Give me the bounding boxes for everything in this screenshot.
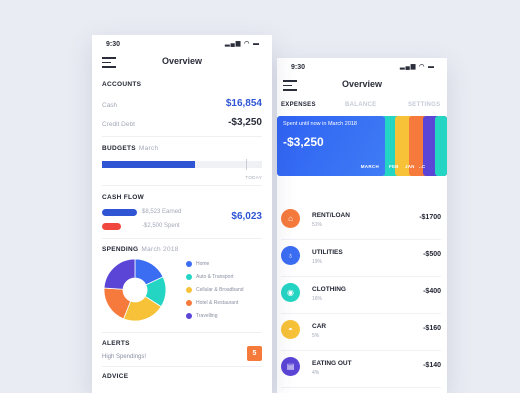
expense-amount: -$140 [423, 362, 441, 369]
expense-name: RENT/LOAN [312, 212, 350, 219]
status-bar: 9:30 ▂▄▆ ◠ ▬ [92, 35, 272, 51]
advice-section[interactable]: ADVICE [102, 367, 262, 387]
card-caption: Spent until now in March 2018 [283, 121, 357, 127]
expense-percent: 19% [312, 259, 323, 265]
expense-name: CAR [312, 323, 327, 330]
donut-slice-travelling [103, 258, 136, 290]
advice-title: ADVICE [102, 373, 129, 380]
spending-month: March 2018 [141, 246, 179, 253]
legend-dot [186, 286, 192, 293]
cash-flow-section[interactable]: CASH FLOW $8,523 Earned -$2,500 Spent $6… [102, 186, 262, 239]
card-amount: -$3,250 [283, 135, 324, 149]
budgets-heading: BUDGETS March [102, 145, 158, 152]
earned-bar [102, 209, 137, 216]
legend-dot [186, 312, 192, 319]
alert-text: High Spendings! [102, 354, 147, 360]
expense-percent: 51% [312, 222, 323, 228]
home-icon: ⌂ [281, 209, 300, 228]
expense-row[interactable]: ◓ CAR 5% -$160 [281, 314, 441, 351]
credit-debt-value: -$3,250 [228, 117, 262, 128]
spending-donut-chart [103, 258, 167, 322]
legend-dot [186, 299, 192, 306]
expense-percent: 4% [312, 370, 320, 376]
status-time: 9:30 [291, 64, 306, 71]
expense-percent: 5% [312, 333, 320, 339]
signal-wifi-battery-icon: ▂▄▆ ◠ ▬ [399, 64, 435, 70]
tab-settings[interactable]: SETTINGS [408, 102, 440, 108]
legend-label: Auto & Transport [196, 274, 234, 280]
overview-screen-accounts: 9:30 ▂▄▆ ◠ ▬ Overview ACCOUNTS Cash $16,… [92, 35, 272, 393]
cash-flow-title: CASH FLOW [102, 194, 145, 201]
expense-row[interactable]: ♁ UTILITIES 19% -$500 [281, 240, 441, 277]
card-strip-label-jan: JAN [405, 164, 415, 169]
legend-label: Cellular & Broadband [196, 287, 244, 293]
expense-amount: -$1700 [419, 214, 441, 221]
signal-wifi-battery-icon: ▂▄▆ ◠ ▬ [224, 41, 260, 47]
today-label: TODAY [245, 175, 262, 180]
status-bar: 9:30 ▂▄▆ ◠ ▬ [277, 58, 447, 74]
tab-balance[interactable]: BALANCE [345, 102, 376, 108]
expense-name: UTILITIES [312, 249, 343, 256]
cash-flow-total: $6,023 [231, 211, 262, 222]
expense-amount: -$160 [423, 325, 441, 332]
monthly-cards-carousel[interactable]: FEB JAN ..C Spent until now in March 201… [277, 116, 447, 176]
status-time: 9:30 [106, 41, 121, 48]
alerts-title: ALERTS [102, 340, 130, 347]
earned-text: $8,523 Earned [142, 209, 182, 215]
restaurant-icon: ▤ [281, 357, 300, 376]
budget-progress-fill [102, 161, 195, 168]
legend-label: Hotel & Restaurant [196, 300, 239, 306]
accounts-section: ACCOUNTS Cash $16,854 Credit Debt -$3,25… [102, 73, 262, 137]
spent-bar [102, 223, 121, 230]
spending-section[interactable]: SPENDING March 2018 Home Auto & Transport C… [102, 239, 262, 333]
card-month: MARCH [360, 164, 379, 169]
expense-row[interactable]: ◉ CLOTHING 16% -$400 [281, 277, 441, 314]
cash-label: Cash [102, 102, 118, 109]
budget-progress-bar [102, 161, 262, 168]
car-icon: ◓ [281, 320, 300, 339]
card-strip-label-feb: FEB [389, 164, 399, 169]
legend-label: Travelling [196, 313, 218, 319]
accounts-title: ACCOUNTS [102, 81, 142, 88]
expense-amount: -$400 [423, 288, 441, 295]
legend-dot [186, 260, 192, 267]
app-header: Overview [277, 74, 447, 96]
bulb-icon: ♁ [281, 246, 300, 265]
alerts-section[interactable]: ALERTS High Spendings! 5 [102, 333, 262, 367]
spending-heading: SPENDING March 2018 [102, 246, 179, 253]
overview-screen-expenses: 9:30 ▂▄▆ ◠ ▬ Overview EXPENSES BALANCE S… [277, 58, 447, 393]
tab-bar: EXPENSES BALANCE SETTINGS [277, 96, 447, 116]
credit-debt-label: Credit Debt [102, 121, 135, 128]
card-strip[interactable] [435, 116, 447, 176]
spending-title: SPENDING [102, 246, 139, 253]
expense-amount: -$500 [423, 251, 441, 258]
expense-row[interactable]: ▤ EATING OUT 4% -$140 [281, 351, 441, 388]
page-title: Overview [341, 79, 383, 89]
budgets-month: March [138, 145, 159, 152]
cash-value: $16,854 [225, 98, 262, 109]
alert-count-badge[interactable]: 5 [247, 346, 262, 361]
page-title: Overview [161, 56, 203, 66]
today-marker [246, 159, 247, 170]
card-strip-label-dec: ..C [419, 164, 426, 169]
legend-dot [186, 273, 192, 280]
spent-text: -$2,500 Spent [142, 223, 180, 229]
expense-list: ⌂ RENT/LOAN 51% -$1700 ♁ UTILITIES 19% -$500 ◉ CL… [277, 203, 447, 388]
tab-expenses[interactable]: EXPENSES [281, 102, 316, 108]
clothing-icon: ◉ [281, 283, 300, 302]
expense-name: CLOTHING [312, 286, 346, 293]
expense-row[interactable]: ⌂ RENT/LOAN 51% -$1700 [281, 203, 441, 240]
budgets-title: BUDGETS [102, 145, 136, 152]
budgets-section[interactable]: BUDGETS March TODAY [102, 137, 262, 186]
expense-name: EATING OUT [312, 360, 352, 367]
expense-percent: 16% [312, 296, 323, 302]
march-spending-card[interactable]: Spent until now in March 2018 -$3,250 MA… [277, 116, 385, 176]
app-header: Overview [92, 51, 272, 73]
legend-label: Home [196, 261, 210, 267]
